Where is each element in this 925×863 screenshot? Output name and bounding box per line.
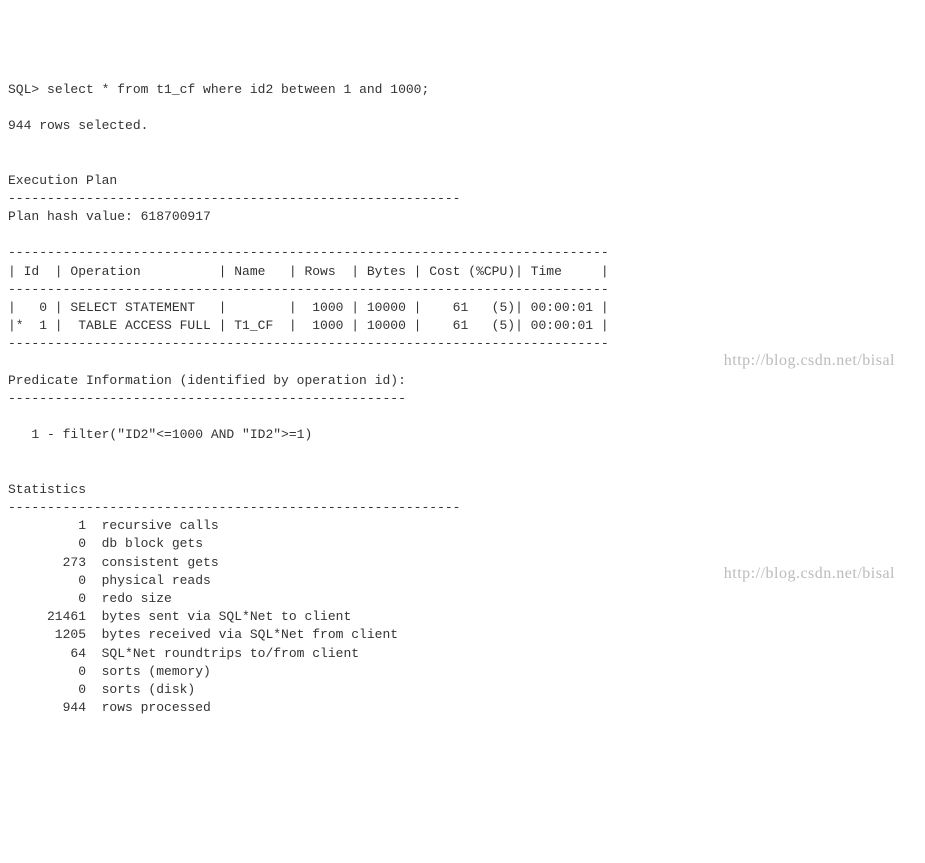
plan-header-row: | Id | Operation | Name | Rows | Bytes |… [8, 264, 609, 279]
stats-dash: ----------------------------------------… [8, 500, 460, 515]
sql-command: select * from t1_cf where id2 between 1 … [47, 82, 429, 97]
stats-block: 1 recursive calls 0 db block gets 273 co… [8, 518, 398, 715]
predicate-dash: ----------------------------------------… [8, 391, 406, 406]
plan-divider: ----------------------------------------… [8, 336, 609, 351]
sql-prompt: SQL> [8, 82, 47, 97]
terminal-output: SQL> select * from t1_cf where id2 betwe… [8, 81, 917, 718]
exec-plan-dash: ----------------------------------------… [8, 191, 460, 206]
plan-divider: ----------------------------------------… [8, 245, 609, 260]
predicate-line: 1 - filter("ID2"<=1000 AND "ID2">=1) [8, 427, 312, 442]
plan-row: |* 1 | TABLE ACCESS FULL | T1_CF | 1000 … [8, 318, 609, 333]
stats-header: Statistics [8, 482, 86, 497]
predicate-header: Predicate Information (identified by ope… [8, 373, 406, 388]
plan-hash: Plan hash value: 618700917 [8, 209, 211, 224]
rows-selected: 944 rows selected. [8, 118, 148, 133]
plan-row: | 0 | SELECT STATEMENT | | 1000 | 10000 … [8, 300, 609, 315]
plan-divider: ----------------------------------------… [8, 282, 609, 297]
exec-plan-header: Execution Plan [8, 173, 117, 188]
